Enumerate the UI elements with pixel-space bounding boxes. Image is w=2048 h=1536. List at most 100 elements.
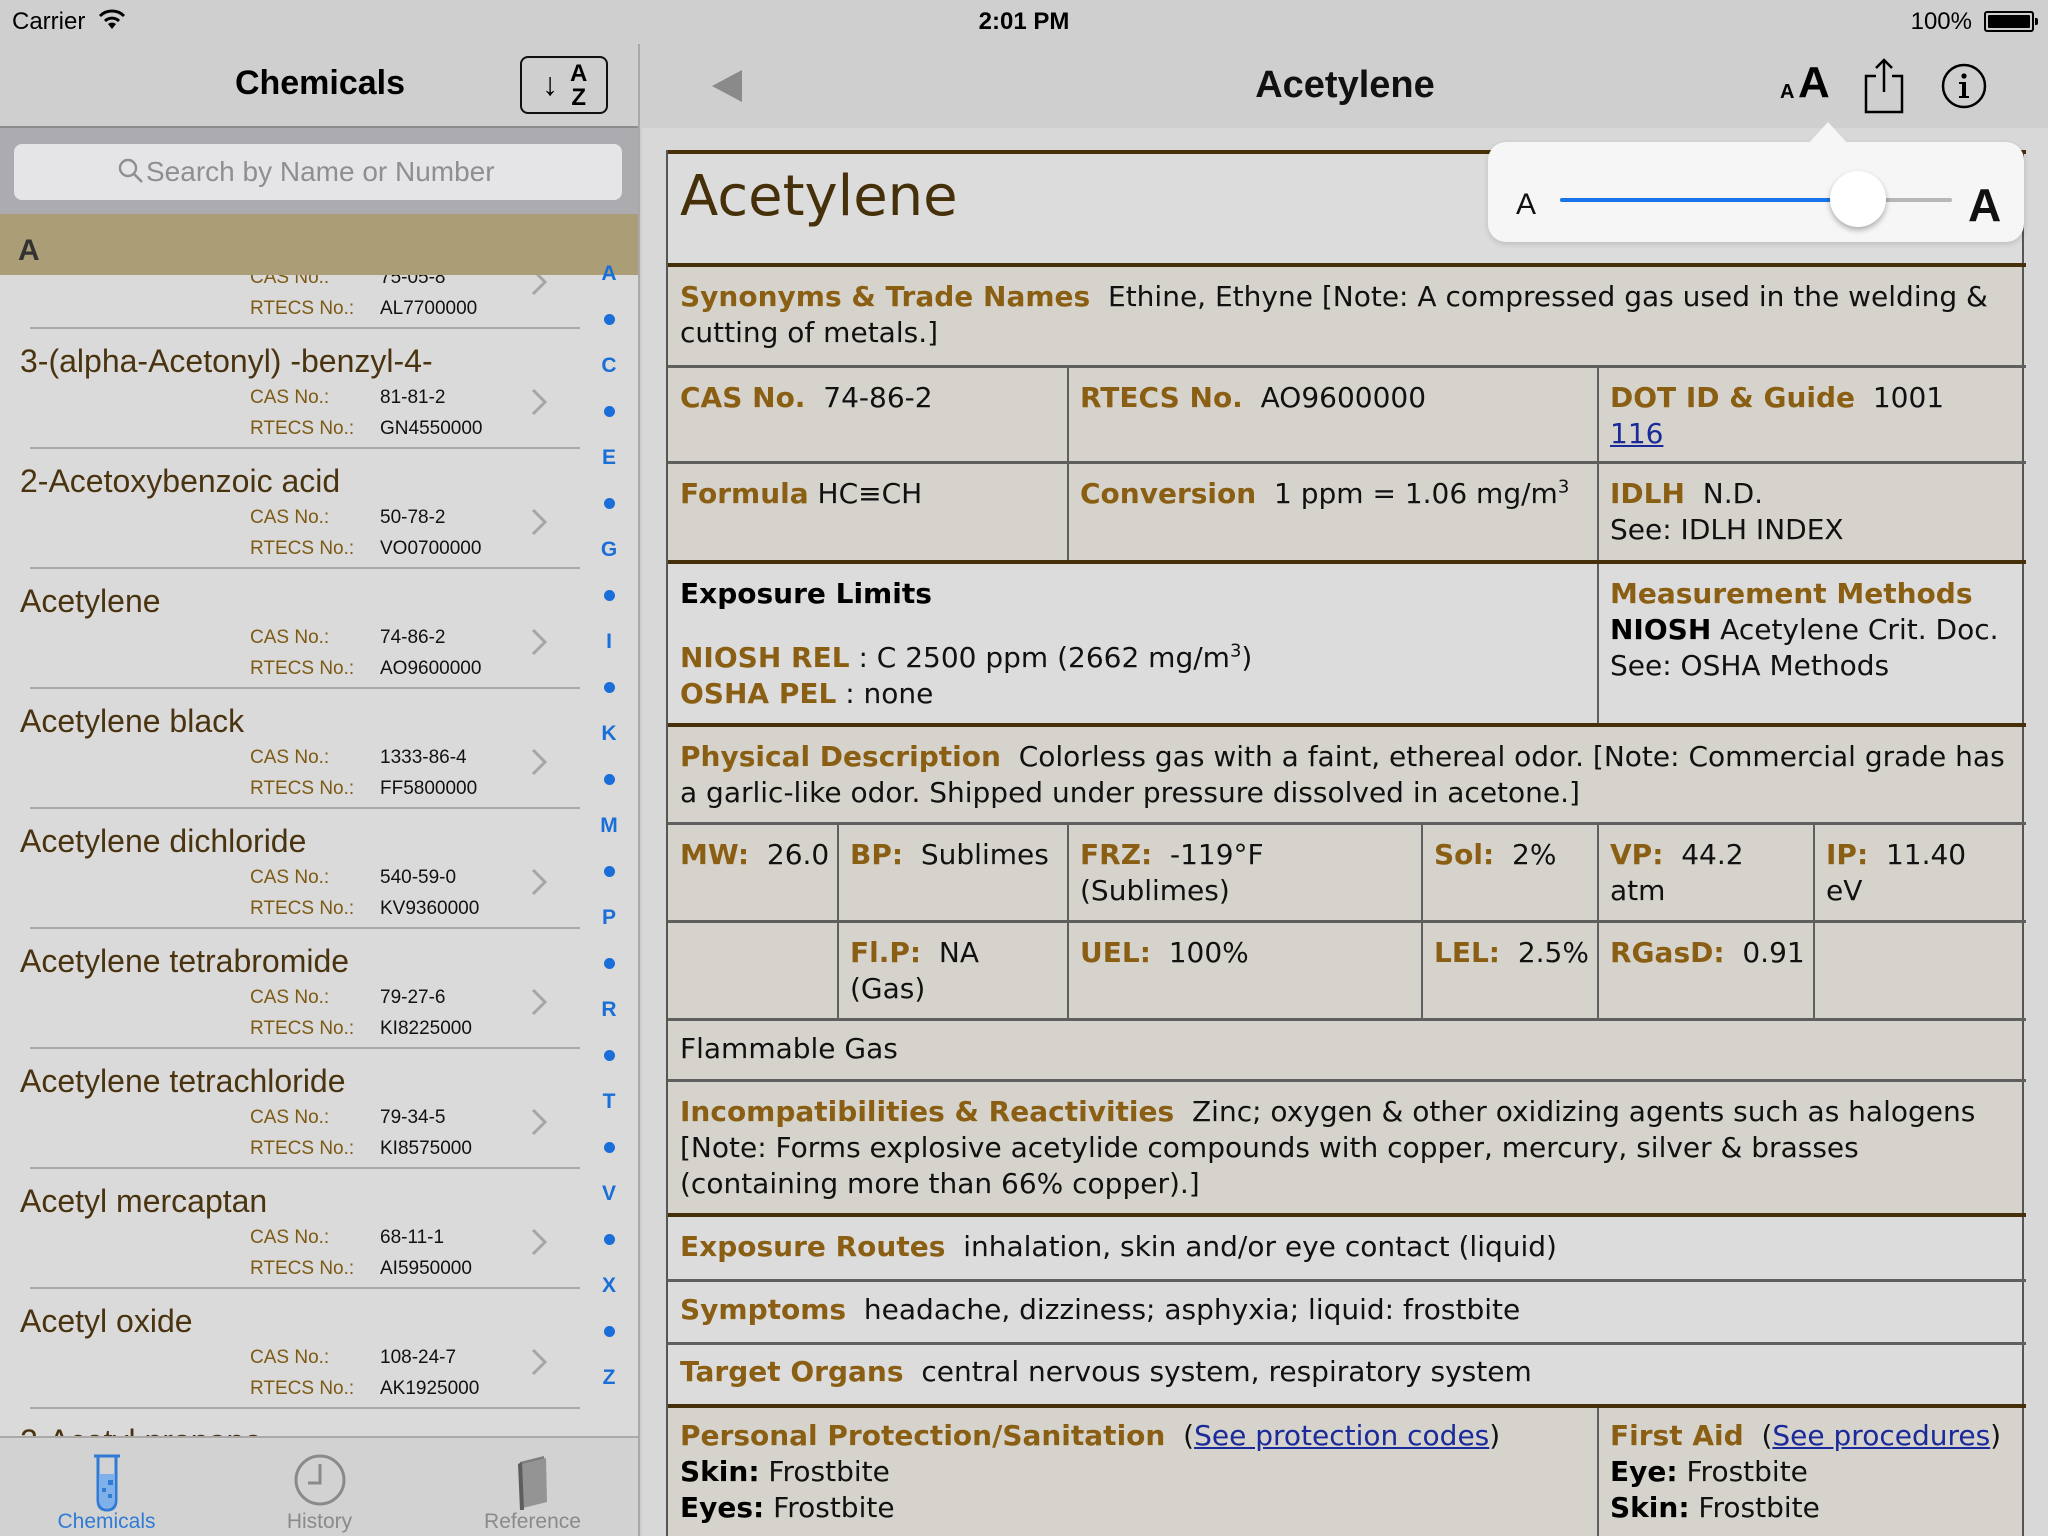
tab-label: Reference xyxy=(484,1510,581,1533)
index-letter[interactable]: C xyxy=(592,354,626,378)
conversion-field: Conversion 1 ppm = 1.06 mg/m3 xyxy=(1080,476,1570,510)
chemical-list-row[interactable]: 3-(alpha-Acetonyl) -benzyl-4- CAS No.: 81-… xyxy=(0,329,600,449)
chevron-right-icon xyxy=(531,1108,548,1136)
cas-label: CAS No.: xyxy=(250,387,330,408)
index-dot[interactable] xyxy=(604,774,615,785)
exposure-limits-field: Exposure Limits NIOSH REL : C 2500 ppm (… xyxy=(680,577,1253,710)
first-aid-field: First Aid (See procedures) Eye: Frostbit… xyxy=(1610,1419,2002,1524)
status-bar: Carrier 2:01 PM 100% xyxy=(0,0,2048,44)
cas-label: CAS No.: xyxy=(250,627,330,648)
cas-label: CAS No.: xyxy=(250,867,330,888)
property-cell: UEL: 100% xyxy=(1080,936,1249,969)
text-size-large-icon: A xyxy=(1798,58,1830,107)
cas-value: 68-11-1 xyxy=(380,1227,445,1248)
chemical-list-row[interactable]: Acetyl mercaptan CAS No.: 68-11-1 RTECS No.… xyxy=(0,1169,600,1289)
search-placeholder: Search by Name or Number xyxy=(146,156,495,187)
rtecs-label: RTECS No.: xyxy=(250,898,355,919)
text-size-button[interactable]: A A xyxy=(1780,58,1846,110)
share-icon[interactable] xyxy=(1862,58,1906,114)
dot-guide-link[interactable]: 116 xyxy=(1610,417,1663,450)
rtecs-value: AI5950000 xyxy=(380,1258,472,1279)
tab-label: Chemicals xyxy=(57,1510,156,1533)
chevron-right-icon xyxy=(531,628,548,656)
chemical-name: Acetylene black xyxy=(20,703,245,739)
index-letter[interactable]: I xyxy=(592,630,626,654)
index-letter[interactable]: E xyxy=(592,446,626,470)
idlh-index-link[interactable]: See: IDLH INDEX xyxy=(1610,513,1844,546)
property-cell: Sol: 2% xyxy=(1434,838,1557,871)
info-icon[interactable] xyxy=(1940,62,1988,110)
index-letter[interactable]: P xyxy=(592,906,626,930)
chemical-list-row[interactable]: Acetyl oxide CAS No.: 108-24-7 RTECS No.: AK… xyxy=(0,1289,600,1409)
index-letter[interactable]: R xyxy=(592,998,626,1022)
index-letter[interactable]: M xyxy=(592,814,626,838)
rtecs-value: AO9600000 xyxy=(380,658,482,679)
chemical-list-row[interactable]: Acetylene black CAS No.: 1333-86-4 RTECS No… xyxy=(0,689,600,809)
chemical-name: Acetyl oxide xyxy=(20,1303,193,1339)
cas-label: CAS No.: xyxy=(250,1107,330,1128)
index-letter[interactable]: K xyxy=(592,722,626,746)
chemical-list-row[interactable]: 2-Acetoxybenzoic acid CAS No.: 50-78-2 RTEC… xyxy=(0,449,600,569)
search-input[interactable]: Search by Name or Number xyxy=(14,144,622,200)
protection-codes-link[interactable]: See protection codes xyxy=(1194,1419,1489,1452)
slider-fill xyxy=(1560,198,1858,202)
tab-reference[interactable]: Reference xyxy=(426,1438,638,1536)
chemicals-panel: Chemicals ↓ AZ Search by Name or Number … xyxy=(0,0,640,1536)
text-size-popover: A A xyxy=(1488,122,2024,242)
rtecs-label: RTECS No.: xyxy=(250,1378,355,1399)
tab-history[interactable]: History xyxy=(213,1438,426,1536)
alphabet-index[interactable]: A C E G I K M P R T V X Z xyxy=(592,262,626,1392)
search-icon xyxy=(118,158,143,183)
property-cell: LEL: 2.5% xyxy=(1434,936,1589,969)
chevron-right-icon xyxy=(531,388,548,416)
slider-thumb[interactable] xyxy=(1829,171,1886,227)
property-cell: Fl.P: NA (Gas) xyxy=(850,936,980,1005)
index-letter[interactable]: A xyxy=(592,262,626,286)
property-cell: VP: 44.2 atm xyxy=(1610,838,1744,907)
exposure-routes-field: Exposure Routes inhalation, skin and/or … xyxy=(680,1230,1557,1263)
index-dot[interactable] xyxy=(604,682,615,693)
index-dot[interactable] xyxy=(604,866,615,877)
index-dot[interactable] xyxy=(604,1142,615,1153)
index-letter[interactable]: T xyxy=(592,1090,626,1114)
rtecs-value: AK1925000 xyxy=(380,1378,480,1399)
chemical-name: Acetylene xyxy=(680,164,958,229)
chemical-list-row[interactable]: Acetylene tetrabromide CAS No.: 79-27-6 RTE… xyxy=(0,929,600,1049)
index-dot[interactable] xyxy=(604,590,615,601)
index-dot[interactable] xyxy=(604,498,615,509)
property-cell: IP: 11.40 eV xyxy=(1826,838,1967,907)
property-cell: FRZ: -119°F (Sublimes) xyxy=(1080,838,1264,907)
rtecs-value: KI8225000 xyxy=(380,1018,472,1039)
cas-number-field: CAS No. 74-86-2 xyxy=(680,381,933,414)
index-dot[interactable] xyxy=(604,406,615,417)
index-dot[interactable] xyxy=(604,314,615,325)
book-icon xyxy=(518,1456,547,1510)
chemical-name: Acetyl mercaptan xyxy=(20,1183,268,1219)
osha-methods-link[interactable]: See: OSHA Methods xyxy=(1610,649,1889,682)
formula-field: Formula HC≡CH xyxy=(680,477,923,510)
chemical-name: Acetylene tetrachloride xyxy=(20,1063,346,1099)
sort-az-button[interactable]: ↓ AZ xyxy=(520,56,608,114)
rtecs-label: RTECS No.: xyxy=(250,1138,355,1159)
chemical-name: Acetylene tetrabromide xyxy=(20,943,350,979)
tab-chemicals[interactable]: Chemicals xyxy=(0,1438,213,1536)
chemical-list-row[interactable]: Acetylene tetrachloride CAS No.: 79-34-5 RT… xyxy=(0,1049,600,1169)
index-dot[interactable] xyxy=(604,1234,615,1245)
index-letter[interactable]: G xyxy=(592,538,626,562)
index-dot[interactable] xyxy=(604,1050,615,1061)
property-cell xyxy=(668,923,838,983)
index-letter[interactable]: X xyxy=(592,1274,626,1298)
cas-label: CAS No.: xyxy=(250,1347,330,1368)
rtecs-label: RTECS No.: xyxy=(250,538,355,559)
chemical-list-row[interactable]: Acetylene dichloride CAS No.: 540-59-0 RTEC… xyxy=(0,809,600,929)
first-aid-procedures-link[interactable]: See procedures xyxy=(1772,1419,1990,1452)
cas-label: CAS No.: xyxy=(250,987,330,1008)
chemical-list-row[interactable]: Acetylene CAS No.: 74-86-2 RTECS No.: AO9600… xyxy=(0,569,600,689)
index-letter[interactable]: V xyxy=(592,1182,626,1206)
index-letter[interactable]: Z xyxy=(592,1366,626,1390)
battery-percent: 100% xyxy=(1910,8,1972,35)
text-size-slider[interactable] xyxy=(1560,171,1952,227)
index-dot[interactable] xyxy=(604,958,615,969)
index-dot[interactable] xyxy=(604,1326,615,1337)
cas-value: 79-27-6 xyxy=(380,987,446,1008)
